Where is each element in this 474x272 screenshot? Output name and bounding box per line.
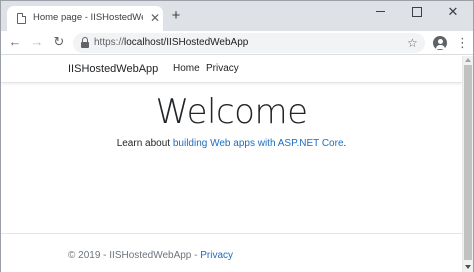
profile-icon[interactable] xyxy=(433,36,447,50)
scroll-up-arrow-icon[interactable] xyxy=(465,58,471,62)
site-navbar: IISHostedWebApp Home Privacy xyxy=(1,56,462,83)
welcome-heading: Welcome xyxy=(155,92,308,132)
tab-title: Home page - IISHostedWebApp xyxy=(33,12,143,23)
menu-icon[interactable]: ⋮ xyxy=(456,33,469,53)
url-host: localhost/IISHostedWebApp xyxy=(124,37,249,48)
footer-text: © 2019 - IISHostedWebApp - Privacy xyxy=(68,250,233,261)
learn-prefix: Learn about xyxy=(116,138,173,149)
scroll-down-arrow-icon[interactable] xyxy=(465,265,471,269)
lock-icon[interactable] xyxy=(81,37,89,49)
nav-home-link[interactable]: Home xyxy=(173,63,200,74)
footer-copyright: © 2019 - IISHostedWebApp - xyxy=(68,250,201,261)
scroll-thumb[interactable] xyxy=(464,65,472,260)
url-scheme: https:// xyxy=(94,37,125,48)
nav-privacy-link[interactable]: Privacy xyxy=(206,63,239,74)
star-icon[interactable]: ☆ xyxy=(407,35,418,51)
learn-suffix: . xyxy=(343,138,347,149)
site-footer: © 2019 - IISHostedWebApp - Privacy xyxy=(1,233,462,272)
tab-home-page[interactable]: Home page - IISHostedWebApp ✕ xyxy=(7,6,163,31)
footer-privacy-link[interactable]: Privacy xyxy=(200,250,233,261)
learn-aspnet-link[interactable]: building Web apps with ASP.NET Core xyxy=(173,138,344,149)
new-tab-plus-icon[interactable]: + xyxy=(169,8,183,24)
url-text[interactable]: https://localhost/IISHostedWebApp xyxy=(94,37,248,48)
forward-arrow-icon[interactable]: → xyxy=(28,33,46,51)
tab-strip: Home page - IISHostedWebApp ✕ + ✕ xyxy=(1,1,473,31)
minimize-icon[interactable] xyxy=(363,1,399,23)
tab-close-icon[interactable]: ✕ xyxy=(149,11,161,25)
browser-toolbar: ← → ↻ https://localhost/IISHostedWebApp … xyxy=(1,31,473,55)
window-close-icon[interactable]: ✕ xyxy=(435,1,471,23)
browser-window: Home page - IISHostedWebApp ✕ + ✕ ← → ↻ … xyxy=(0,0,474,272)
back-arrow-icon[interactable]: ← xyxy=(6,33,24,51)
vertical-scrollbar[interactable] xyxy=(462,56,473,272)
address-bar[interactable]: https://localhost/IISHostedWebApp ☆ xyxy=(73,33,425,53)
maximize-icon[interactable] xyxy=(399,1,435,23)
page-viewport: IISHostedWebApp Home Privacy Welcome Lea… xyxy=(1,56,462,272)
learn-paragraph: Learn about building Web apps with ASP.N… xyxy=(1,138,462,149)
page-icon xyxy=(17,13,26,24)
site-brand-link[interactable]: IISHostedWebApp xyxy=(68,63,158,75)
reload-icon[interactable]: ↻ xyxy=(50,33,68,51)
